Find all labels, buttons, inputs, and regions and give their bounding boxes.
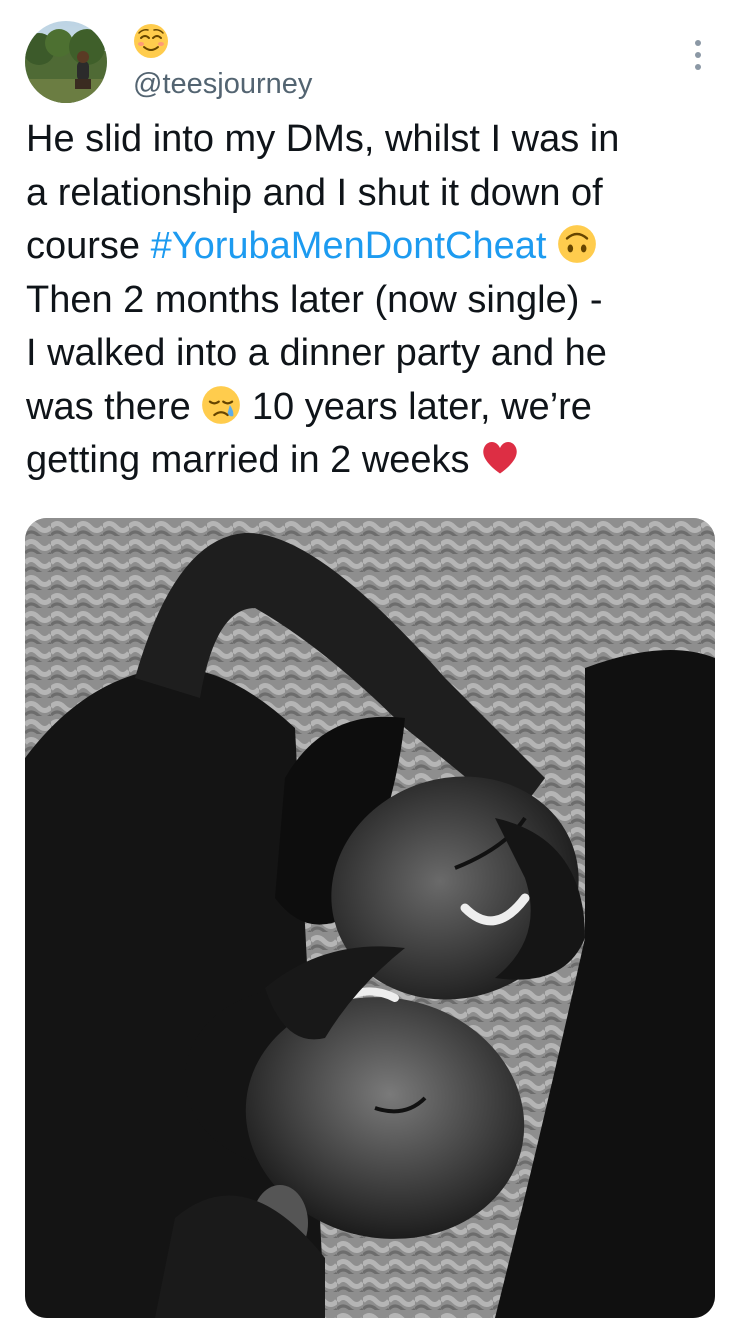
- tweet-line: a relationship and I shut it down of: [26, 171, 603, 214]
- avatar-image: [25, 21, 107, 103]
- tweet-text-segment: course: [26, 225, 151, 267]
- author-avatar[interactable]: [25, 21, 107, 103]
- more-vertical-icon: [695, 40, 701, 70]
- more-options-button[interactable]: [680, 35, 716, 75]
- tweet-line: I walked into a dinner party and he: [26, 332, 607, 374]
- couple-photo-image: [25, 518, 715, 1318]
- tweet-line: He slid into my DMs, whilst I was in: [26, 118, 620, 160]
- upside-down-face-icon: [558, 225, 596, 263]
- hashtag-link[interactable]: #YorubaMenDontCheat: [151, 225, 547, 267]
- tweet: @teesjourney He slid into my DMs, whilst…: [0, 0, 739, 1318]
- red-heart-icon: [483, 442, 517, 474]
- tweet-photo[interactable]: [25, 518, 715, 1318]
- author-handle[interactable]: @teesjourney: [133, 66, 312, 102]
- sad-sleepy-face-icon: [202, 385, 241, 424]
- tweet-line: was there 10 years later, we’re: [26, 381, 716, 435]
- relieved-face-icon: [134, 24, 168, 58]
- tweet-text: He slid into my DMs, whilst I was in a r…: [26, 113, 716, 488]
- tweet-line: course #YorubaMenDontCheat: [26, 220, 716, 274]
- tweet-text-segment: 10 years later, we’re: [241, 385, 592, 428]
- tweet-line: Then 2 months later (now single) -: [26, 278, 603, 321]
- tweet-text-segment: was there: [26, 385, 202, 428]
- tweet-text-segment: getting married in 2 weeks: [26, 439, 481, 481]
- author-display-name-emoji: [133, 23, 169, 70]
- tweet-line: getting married in 2 weeks: [26, 434, 716, 488]
